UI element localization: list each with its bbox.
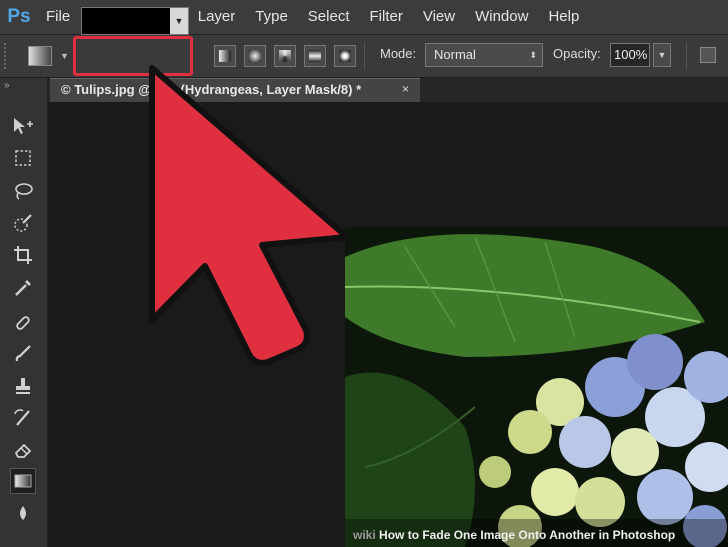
pointer-arrow-icon <box>149 65 350 366</box>
watermark-text: How to Fade One Image Onto Another in Ph… <box>379 528 676 542</box>
watermark-brand: wiki <box>353 528 376 542</box>
watermark: wiki How to Fade One Image Onto Another … <box>353 528 675 542</box>
